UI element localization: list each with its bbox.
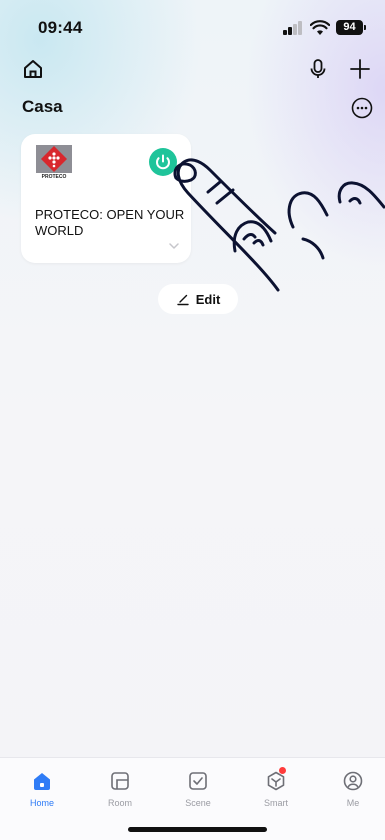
logo-wordmark: PROTECO <box>41 174 67 180</box>
home-switcher-icon[interactable] <box>22 58 44 80</box>
home-icon <box>34 773 50 790</box>
status-time: 09:44 <box>38 18 83 37</box>
tab-label-scene: Scene <box>185 798 211 808</box>
tab-label-home: Home <box>29 798 54 808</box>
add-device-icon[interactable] <box>348 57 372 81</box>
more-options-icon[interactable] <box>351 97 373 119</box>
wifi-icon <box>310 20 330 35</box>
home-title: Casa <box>22 97 63 116</box>
battery-indicator: 94 <box>336 20 363 35</box>
tab-room[interactable]: Room <box>90 770 150 808</box>
tab-home[interactable]: Home <box>12 770 72 808</box>
tab-me[interactable]: Me <box>323 770 383 808</box>
proteco-logo-mark <box>36 145 72 173</box>
background <box>0 0 385 839</box>
room-icon <box>111 772 129 790</box>
battery-tip <box>364 25 366 30</box>
tab-smart[interactable]: Smart <box>246 767 306 808</box>
tab-label-room: Room <box>107 798 132 808</box>
home-indicator <box>128 827 267 832</box>
profile-icon <box>343 771 363 791</box>
tab-scene[interactable]: Scene <box>168 770 228 808</box>
tap-gesture-hand-illustration <box>173 158 385 292</box>
scene-icon <box>189 772 207 790</box>
microphone-icon[interactable] <box>308 58 328 80</box>
cellular-signal-icon <box>283 21 303 35</box>
notification-badge <box>279 767 286 774</box>
tab-label-me: Me <box>346 798 360 808</box>
tab-label-smart: Smart <box>263 798 288 808</box>
proteco-logo: PROTECO <box>36 145 72 180</box>
